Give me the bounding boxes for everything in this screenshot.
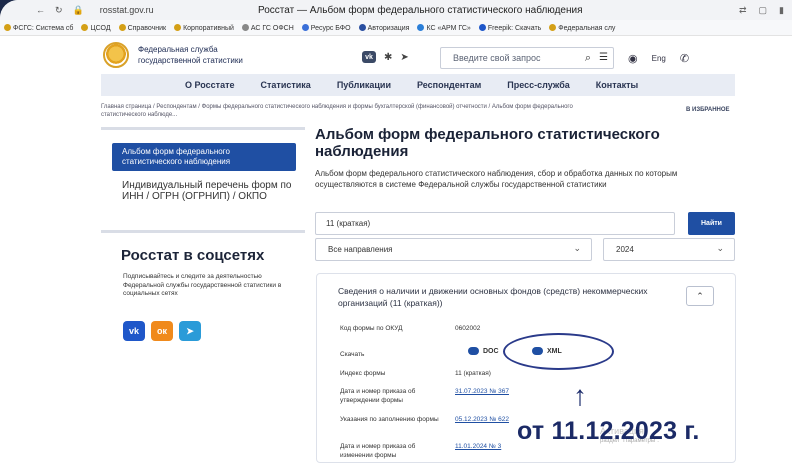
row-label: Код формы по ОКУД: [340, 325, 403, 332]
row-label: Индекс формы: [340, 370, 386, 377]
direction-select-value: Все направления: [328, 245, 393, 254]
instructions-link[interactable]: 05.12.2023 № 622: [455, 415, 509, 424]
back-icon[interactable]: ←: [36, 5, 45, 16]
site-search-input[interactable]: Введите свой запрос ⌕ ☰: [440, 47, 614, 69]
filter-icon[interactable]: ☰: [599, 52, 608, 63]
change-order-link[interactable]: 11.01.2024 № 3: [455, 442, 501, 451]
approval-order-link[interactable]: 31.07.2023 № 367: [455, 387, 509, 396]
bookmark-icon[interactable]: ▮: [779, 5, 784, 16]
url-text[interactable]: rosstat.gov.ru: [100, 5, 154, 15]
row-label: Дата и номер приказа об изменении формы: [340, 443, 416, 459]
bookmark-item[interactable]: Авторизация: [358, 23, 409, 32]
lang-switch[interactable]: Eng: [652, 54, 666, 63]
bookmark-item[interactable]: Ресурс БФО: [301, 23, 351, 32]
nav-item[interactable]: Публикации: [337, 80, 391, 90]
ok-icon[interactable]: ок: [151, 321, 173, 341]
social-title: Росстат в соцсетях: [121, 247, 265, 264]
year-select-value: 2024: [616, 245, 634, 254]
add-to-favorites-link[interactable]: В ИЗБРАННОЕ: [686, 107, 730, 113]
bookmarks-bar: ФСГС: Система сб ЦСОД Справочник Корпора…: [0, 20, 792, 36]
org-name[interactable]: Федеральная служба государственной стати…: [138, 44, 258, 66]
chevron-up-icon: ⌃: [696, 290, 704, 301]
main-nav: О Росстате Статистика Публикации Респонд…: [101, 74, 735, 96]
form-search-field[interactable]: 11 (краткая): [315, 212, 675, 235]
social-text: Подписывайтесь и следите за деятельность…: [123, 273, 282, 297]
lock-icon: 🔒: [72, 4, 84, 15]
search-placeholder: Введите свой запрос: [453, 53, 541, 63]
vk-icon[interactable]: vk: [123, 321, 145, 341]
sidebar-item-album[interactable]: Альбом форм федерального статистического…: [112, 143, 296, 171]
bookmark-item[interactable]: Freepik: Скачать: [478, 23, 541, 32]
form-index: 11 (краткая): [455, 370, 491, 377]
direction-select[interactable]: Все направления ⌄: [315, 238, 592, 261]
okud-code: 0602002: [455, 325, 481, 332]
row-label: Дата и номер приказа об утверждении форм…: [340, 388, 416, 404]
sidebar-item-individual-list[interactable]: Индивидуальный перечень форм по ИНН / ОГ…: [122, 180, 302, 202]
up-arrow-icon: ↑: [573, 380, 587, 411]
bookmark-item[interactable]: Справочник: [118, 23, 166, 32]
browser-nav: ← ↻ 🔒: [36, 5, 84, 16]
sidebar-menu: [101, 127, 305, 223]
breadcrumb[interactable]: Главная страница / Респондентам / Формы …: [101, 103, 601, 119]
bookmark-item[interactable]: КС «АРМ ГС»: [417, 23, 471, 32]
row-label: Скачать: [340, 351, 365, 358]
page-lead: Альбом форм федерального статистического…: [315, 169, 678, 189]
address-bar: ← ↻ 🔒 rosstat.gov.ru Росстат — Альбом фо…: [0, 0, 792, 20]
ok-icon[interactable]: ✱: [384, 52, 392, 63]
bookmark-item[interactable]: Федеральная слу: [549, 23, 615, 32]
highlight-oval: [503, 333, 614, 370]
download-doc-label: DOC: [483, 347, 499, 355]
header-tools: ◉ Eng ✆: [628, 52, 689, 65]
row-label: Указания по заполнению формы: [340, 416, 439, 423]
reload-icon[interactable]: ↻: [55, 5, 63, 16]
accessibility-eye-icon[interactable]: ◉: [628, 52, 638, 65]
form-card-title: Сведения о наличии и движении основных ф…: [338, 286, 648, 308]
telegram-icon[interactable]: ➤: [400, 52, 408, 63]
browser-tools: ⇄ ▢ ▮: [739, 5, 784, 16]
rosstat-emblem-logo[interactable]: [103, 42, 129, 68]
year-select[interactable]: 2024 ⌄: [603, 238, 735, 261]
chevron-down-icon: ⌄: [573, 243, 581, 253]
page-title: Альбом форм федерального статистического…: [315, 126, 660, 160]
collapse-button[interactable]: ⌃: [686, 286, 714, 306]
download-doc-button[interactable]: DOC: [468, 343, 499, 359]
nav-item[interactable]: Контакты: [596, 80, 638, 90]
browser-window: ← ↻ 🔒 rosstat.gov.ru Росстат — Альбом фо…: [0, 0, 792, 463]
bookmark-item[interactable]: ЦСОД: [81, 23, 111, 32]
annotation-caption: от 11.12.2023 г.: [517, 417, 700, 445]
nav-item[interactable]: О Росстате: [185, 80, 235, 90]
bookmark-item[interactable]: ФСГС: Система сб: [4, 23, 73, 32]
social-block: Росстат в соцсетях Подписывайтесь и след…: [101, 230, 305, 350]
phone-icon[interactable]: ✆: [680, 52, 689, 65]
reader-icon[interactable]: ▢: [759, 5, 768, 16]
telegram-icon[interactable]: ➤: [179, 321, 201, 341]
bookmark-item[interactable]: Корпоративный: [174, 23, 234, 32]
nav-item[interactable]: Статистика: [261, 80, 311, 90]
page-tab-title: Росстат — Альбом форм федерального стати…: [258, 4, 583, 16]
nav-item[interactable]: Пресс-служба: [507, 80, 570, 90]
nav-item[interactable]: Респондентам: [417, 80, 481, 90]
find-button[interactable]: Найти: [688, 212, 735, 235]
translate-icon[interactable]: ⇄: [739, 5, 747, 16]
bookmark-item[interactable]: АС ГС ОФСН: [241, 23, 294, 32]
cloud-download-icon: [468, 347, 479, 355]
vk-icon[interactable]: vk: [362, 51, 376, 63]
chevron-down-icon: ⌄: [716, 243, 724, 253]
search-icon[interactable]: ⌕: [585, 52, 591, 65]
header-social-icons: vk ✱ ➤: [362, 51, 409, 63]
